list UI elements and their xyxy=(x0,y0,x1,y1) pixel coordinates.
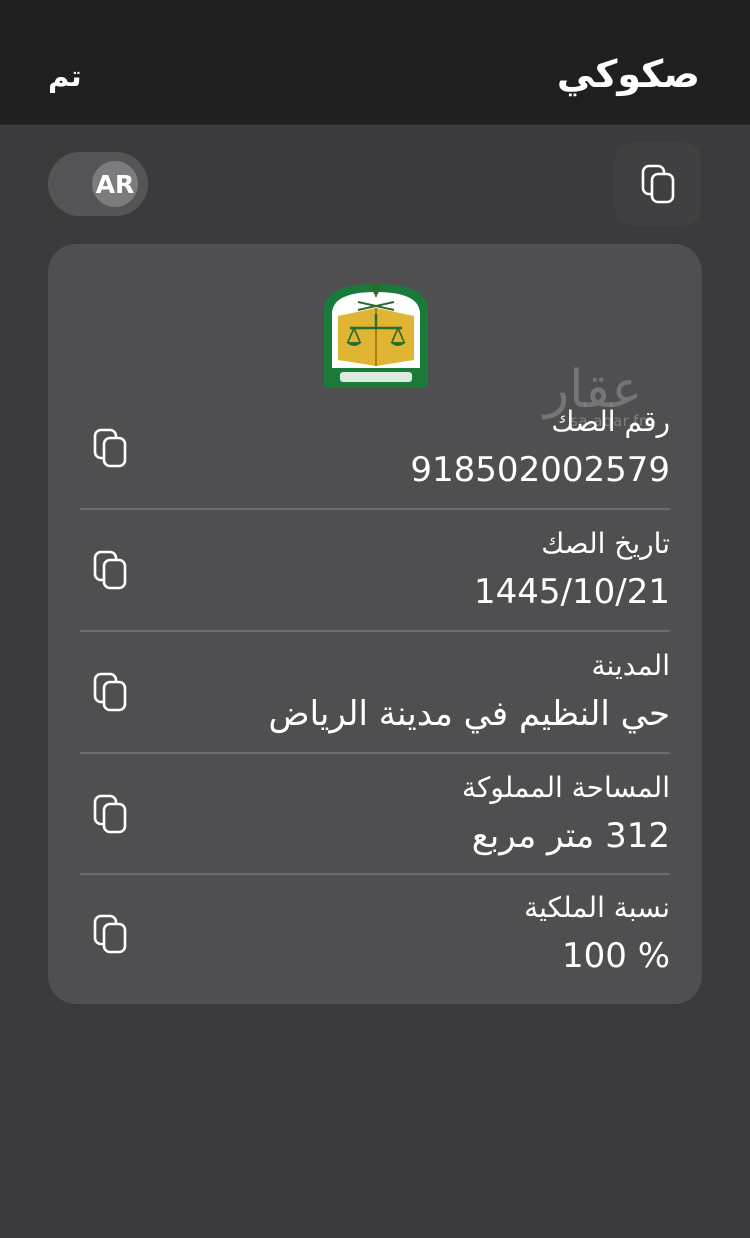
ownership-ratio-label: نسبة الملكية xyxy=(524,891,670,924)
owned-area-label: المساحة المملوكة xyxy=(462,771,670,804)
ministry-of-justice-emblem xyxy=(324,283,428,388)
deed-number-label: رقم الصك xyxy=(551,405,670,438)
city-value: حي النظيم في مدينة الرياض xyxy=(268,694,670,734)
copy-owned-area-button[interactable] xyxy=(88,788,132,840)
ownership-ratio-value: 100 % xyxy=(561,936,670,976)
deed-date-value: 1445/10/21 xyxy=(474,572,670,612)
copy-deed-number-button[interactable] xyxy=(88,422,132,474)
copy-icon xyxy=(641,164,675,204)
copy-icon xyxy=(93,428,127,468)
language-toggle-knob: AR xyxy=(92,161,138,207)
copy-icon xyxy=(93,914,127,954)
row-divider xyxy=(80,752,670,754)
deed-number-value: 918502002579 xyxy=(410,450,670,490)
copy-ownership-ratio-button[interactable] xyxy=(88,908,132,960)
done-button[interactable]: تم xyxy=(48,56,82,96)
row-divider xyxy=(80,508,670,510)
copy-all-button[interactable] xyxy=(615,143,701,225)
navigation-header: صكوكي تم xyxy=(0,0,750,125)
deed-card: عقار sa.aqar.fm رقم الصك 918502002579 تا… xyxy=(48,244,702,1004)
copy-icon xyxy=(93,550,127,590)
language-toggle[interactable]: AR xyxy=(48,152,148,216)
copy-icon xyxy=(93,672,127,712)
owned-area-value: 312 متر مربع xyxy=(471,816,670,856)
copy-deed-date-button[interactable] xyxy=(88,544,132,596)
city-label: المدينة xyxy=(591,649,670,682)
page-title: صكوكي xyxy=(556,52,700,96)
copy-icon xyxy=(93,794,127,834)
copy-city-button[interactable] xyxy=(88,666,132,718)
row-divider xyxy=(80,873,670,875)
deed-date-label: تاريخ الصك xyxy=(541,527,670,560)
row-divider xyxy=(80,630,670,632)
